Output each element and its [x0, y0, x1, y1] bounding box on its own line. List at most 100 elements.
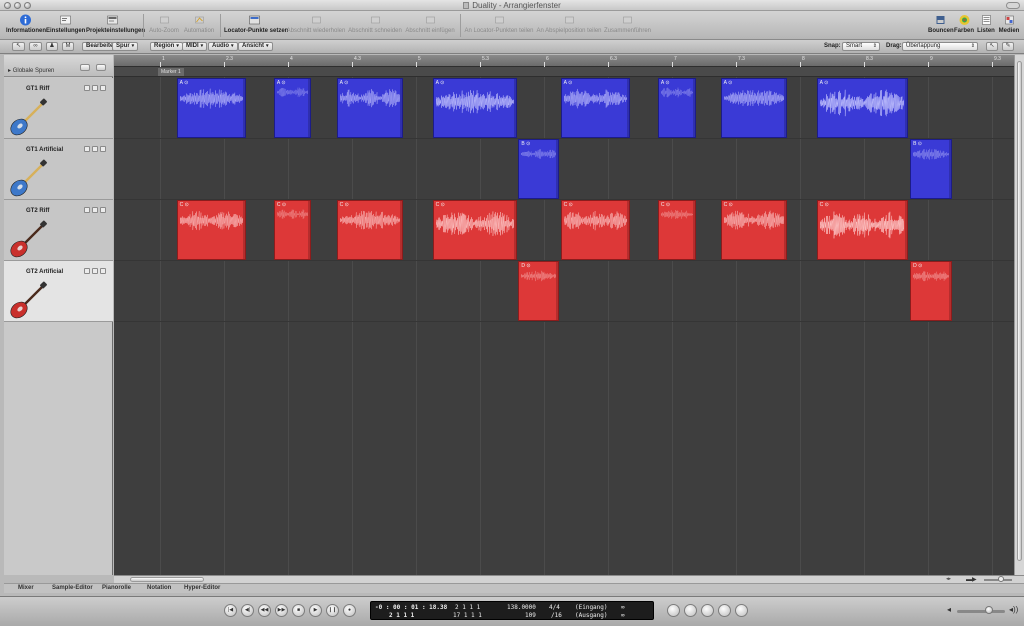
mute-button[interactable]	[84, 207, 90, 213]
region-edge[interactable]	[308, 201, 311, 259]
snap-select[interactable]: Smart ⇕	[842, 42, 880, 51]
informationen-button[interactable]: Informationen	[6, 14, 46, 34]
region-edge[interactable]	[308, 79, 311, 137]
spur-menu[interactable]: Spur ▾	[112, 42, 139, 51]
sync-icon[interactable]	[718, 604, 731, 617]
audio-region[interactable]: C ⊙	[720, 200, 788, 260]
record-enable-button[interactable]	[100, 146, 106, 152]
audio-region[interactable]: A ⊙	[273, 78, 312, 138]
region-edge[interactable]	[514, 201, 517, 259]
arrange-area[interactable]: 1 2.3 4 4.3 5 5.3 6 6.3 7 7.3 8 8.3 9 9.3 Marker 1 A …	[114, 55, 1014, 575]
stop-button[interactable]: ■	[292, 604, 305, 617]
tab-notation[interactable]: Notation	[147, 585, 171, 591]
region-edge[interactable]	[514, 79, 517, 137]
audio-region[interactable]: C ⊙	[816, 200, 908, 260]
mute-button[interactable]	[84, 85, 90, 91]
abschnitt-wiederholen-button[interactable]: Abschnitt wiederholen	[286, 14, 346, 34]
audio-region[interactable]: A ⊙	[432, 78, 518, 138]
audio-menu[interactable]: Audio ▾	[208, 42, 238, 51]
link-button[interactable]: ∞	[29, 42, 42, 51]
audio-region[interactable]: A ⊙	[336, 78, 404, 138]
audio-region[interactable]: B ⊙	[518, 139, 560, 199]
projekteinstellungen-button[interactable]: Projekteinstellungen	[86, 14, 145, 34]
region-edge[interactable]	[556, 140, 559, 198]
einstellungen-button[interactable]: Einstellungen	[46, 14, 85, 34]
zoom-out-icon[interactable]: ◂▸	[946, 576, 951, 582]
audio-region[interactable]: A ⊙	[720, 78, 788, 138]
listen-button[interactable]: Listen	[976, 14, 996, 34]
audio-region[interactable]: C ⊙	[336, 200, 404, 260]
tab-hyper-editor[interactable]: Hyper-Editor	[184, 585, 220, 591]
waveform-zoom-icon[interactable]: ▬▶	[966, 576, 977, 583]
catch-button[interactable]: ♟	[46, 42, 58, 51]
medien-button[interactable]: Medien	[998, 14, 1020, 34]
drag-select[interactable]: Überlappung ⇕	[902, 42, 978, 51]
zusammenfuehren-button[interactable]: Zusammenführen	[604, 14, 651, 34]
region-edge[interactable]	[400, 201, 403, 259]
solo-button[interactable]	[92, 85, 98, 91]
audio-region[interactable]: A ⊙	[176, 78, 246, 138]
zoom-slider-knob[interactable]	[998, 576, 1004, 582]
go-to-start-button[interactable]: |◀	[224, 604, 237, 617]
add-track-button[interactable]	[80, 64, 90, 71]
mute-button[interactable]	[84, 268, 90, 274]
vertical-scrollbar[interactable]	[1014, 55, 1024, 575]
region-edge[interactable]	[242, 79, 245, 137]
replace-icon[interactable]	[684, 604, 697, 617]
solo-button[interactable]	[92, 268, 98, 274]
mute-tool-button[interactable]: M	[62, 42, 74, 51]
pencil-tool-menu[interactable]: ✎	[1002, 42, 1014, 51]
bar-ruler[interactable]: 1 2.3 4 4.3 5 5.3 6 6.3 7 7.3 8 8.3 9 9.3	[114, 55, 1014, 67]
region-edge[interactable]	[242, 201, 245, 259]
automation-button[interactable]: Automation	[183, 14, 215, 34]
rewind-step-button[interactable]: ◀|	[241, 604, 254, 617]
ansicht-menu[interactable]: Ansicht ▾	[238, 42, 273, 51]
tab-pianorolle[interactable]: Pianorolle	[102, 585, 131, 591]
audio-region[interactable]: C ⊙	[176, 200, 246, 260]
region-edge[interactable]	[693, 79, 696, 137]
region-edge[interactable]	[904, 79, 907, 137]
bouncen-button[interactable]: Bouncen	[928, 14, 954, 34]
play-button[interactable]: ▶	[309, 604, 322, 617]
record-button[interactable]: ●	[343, 604, 356, 617]
marker-lane[interactable]	[114, 67, 1014, 77]
track-header[interactable]: GT1 Riff	[4, 78, 113, 139]
pointer-tool-menu[interactable]: ↖	[986, 42, 998, 51]
audio-region[interactable]: C ⊙	[273, 200, 312, 260]
record-enable-button[interactable]	[100, 85, 106, 91]
region-edge[interactable]	[904, 201, 907, 259]
master-volume-knob[interactable]	[985, 606, 993, 614]
cycle-icon[interactable]	[667, 604, 680, 617]
locator-punkte-setzen-button[interactable]: Locator-Punkte setzen	[224, 14, 288, 34]
audio-region[interactable]: A ⊙	[657, 78, 697, 138]
fast-forward-button[interactable]: ▶▶	[275, 604, 288, 617]
audio-region[interactable]: C ⊙	[560, 200, 630, 260]
solo-button[interactable]	[92, 146, 98, 152]
an-locator-punkten-teilen-button[interactable]: An Locator-Punkten teilen	[464, 14, 534, 34]
audio-region[interactable]: C ⊙	[657, 200, 697, 260]
region-edge[interactable]	[784, 201, 787, 259]
region-edge[interactable]	[784, 79, 787, 137]
region-edge[interactable]	[626, 201, 629, 259]
audio-region[interactable]: D ⊙	[518, 261, 560, 321]
rewind-button[interactable]: ◀◀	[258, 604, 271, 617]
audio-region[interactable]: A ⊙	[816, 78, 908, 138]
region-menu[interactable]: Region ▾	[150, 42, 183, 51]
solo-button[interactable]	[92, 207, 98, 213]
region-edge[interactable]	[949, 262, 952, 320]
pointer-tool-button[interactable]: ↖	[12, 42, 25, 51]
pause-button[interactable]: ❙❙	[326, 604, 339, 617]
audio-region[interactable]: A ⊙	[560, 78, 630, 138]
region-edge[interactable]	[693, 201, 696, 259]
region-edge[interactable]	[949, 140, 952, 198]
track-view-button[interactable]	[96, 64, 106, 71]
region-edge[interactable]	[556, 262, 559, 320]
toolbar-toggle-button[interactable]	[1006, 2, 1020, 9]
region-edge[interactable]	[400, 79, 403, 137]
track-header[interactable]: GT1 Artificial	[4, 139, 113, 200]
track-header[interactable]: GT2 Artificial	[4, 261, 113, 322]
record-enable-button[interactable]	[100, 207, 106, 213]
mute-button[interactable]	[84, 146, 90, 152]
auto-zoom-button[interactable]: Auto-Zoom	[147, 14, 181, 34]
abschnitt-einfuegen-button[interactable]: Abschnitt einfügen	[404, 14, 456, 34]
